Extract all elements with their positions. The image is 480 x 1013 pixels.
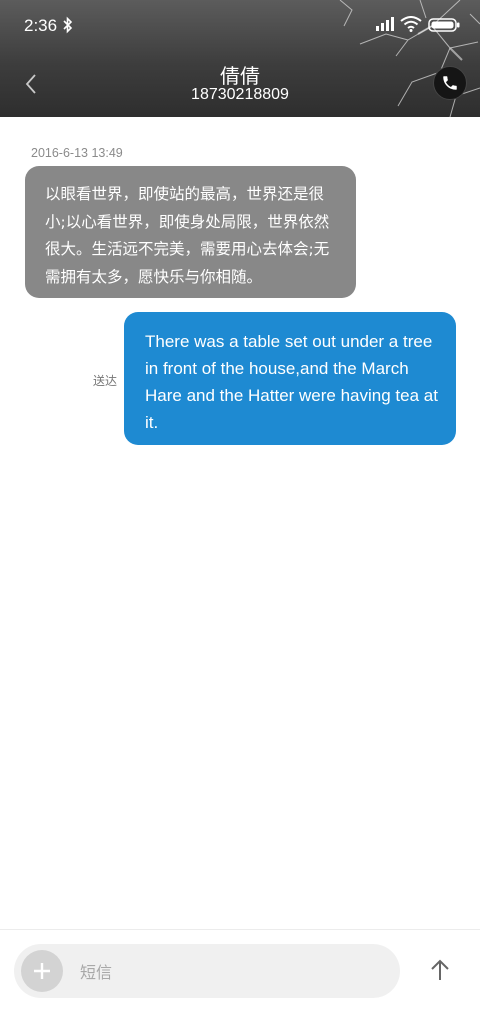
battery-icon bbox=[428, 18, 460, 32]
delivery-status: 送达 bbox=[93, 374, 118, 388]
outgoing-message-bubble[interactable]: There was a table set out under a tree i… bbox=[124, 312, 456, 445]
composer-divider bbox=[0, 929, 480, 930]
send-button[interactable] bbox=[424, 954, 456, 986]
add-attachment-button[interactable] bbox=[21, 950, 63, 992]
wifi-icon bbox=[400, 16, 422, 32]
message-input[interactable] bbox=[80, 960, 380, 984]
contact-name: 倩倩 bbox=[220, 64, 260, 88]
outgoing-message-text: There was a table set out under a tree i… bbox=[145, 332, 438, 432]
contact-number: 18730218809 bbox=[191, 86, 289, 103]
call-button[interactable] bbox=[433, 66, 467, 100]
signal-icon bbox=[376, 17, 394, 31]
plus-icon bbox=[34, 963, 50, 979]
conversation-header: 2:36 倩倩 18730218809 bbox=[0, 0, 480, 117]
bluetooth-icon bbox=[63, 16, 73, 34]
message-timestamp: 2016-6-13 13:49 bbox=[31, 146, 123, 160]
status-time: 2:36 bbox=[24, 16, 58, 35]
incoming-message-bubble[interactable]: 以眼看世界，即使站的最高，世界还是很小;以心看世界，即使身处局限，世界依然很大。… bbox=[25, 166, 356, 298]
phone-icon bbox=[443, 76, 457, 90]
incoming-message-text: 以眼看世界，即使站的最高，世界还是很小;以心看世界，即使身处局限，世界依然很大。… bbox=[45, 185, 330, 286]
arrow-up-icon bbox=[431, 959, 449, 980]
